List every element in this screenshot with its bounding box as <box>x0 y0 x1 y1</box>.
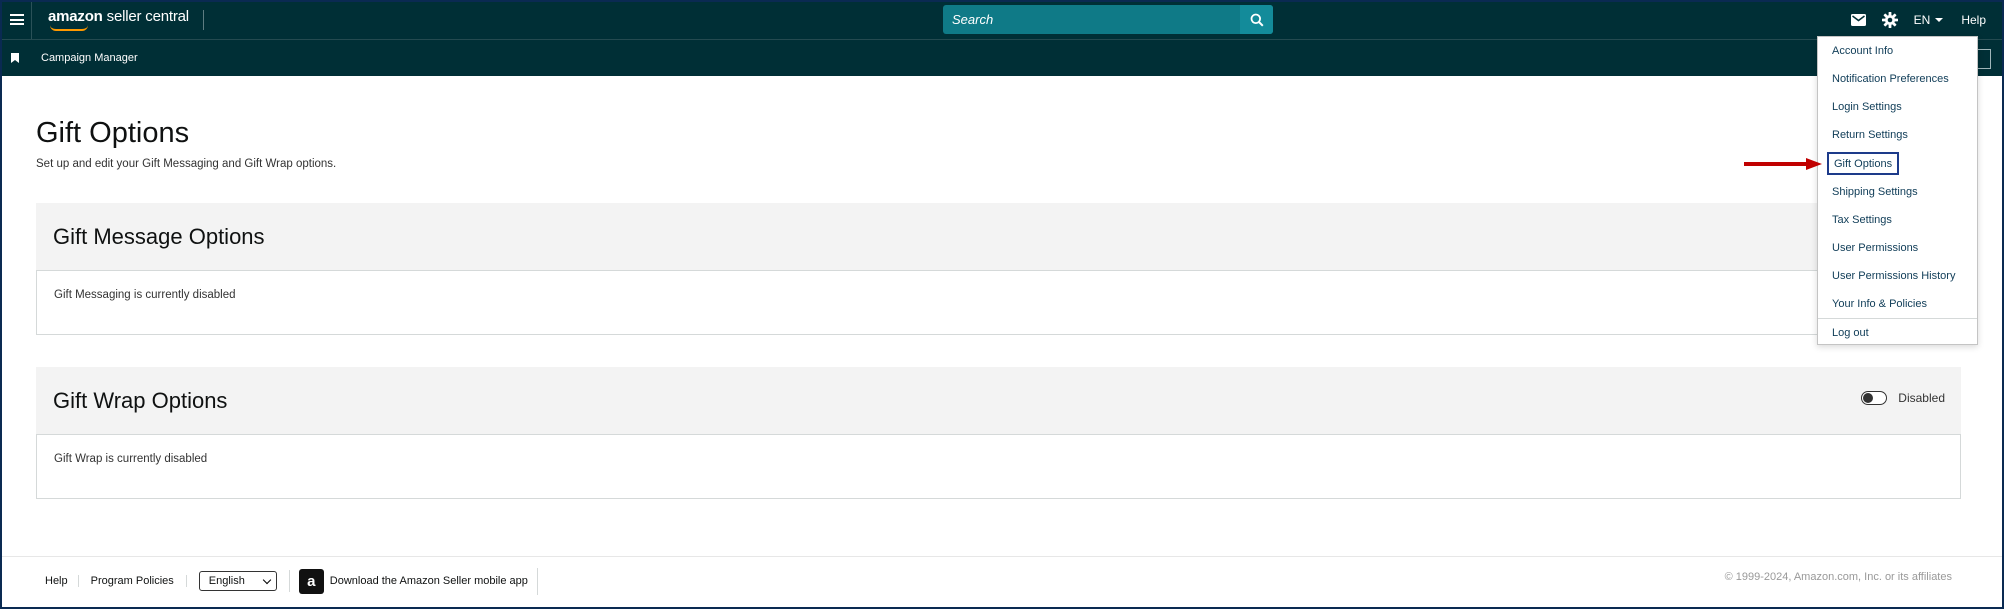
bookmark-bar: Campaign Manager <box>0 39 2004 76</box>
logo-product: seller central <box>106 8 189 25</box>
page-subtitle: Set up and edit your Gift Messaging and … <box>36 158 337 170</box>
gift-message-header: Gift Message Options <box>36 203 1961 270</box>
language-selector[interactable]: EN <box>1914 13 1944 27</box>
menu-item-notification-preferences[interactable]: Notification Preferences <box>1832 73 1949 85</box>
search-button[interactable] <box>1240 5 1273 34</box>
gift-wrap-toggle[interactable] <box>1861 391 1888 405</box>
hamburger-menu-icon[interactable] <box>2 0 32 39</box>
menu-item-tax-settings[interactable]: Tax Settings <box>1832 214 1892 226</box>
menu-item-login-settings[interactable]: Login Settings <box>1832 101 1902 113</box>
footer-help-link[interactable]: Help <box>35 575 79 587</box>
menu-item-shipping-settings[interactable]: Shipping Settings <box>1832 186 1918 198</box>
menu-item-user-permissions[interactable]: User Permissions <box>1832 242 1918 254</box>
logo-smile-icon <box>50 25 88 31</box>
gift-message-body: Gift Messaging is currently disabled <box>36 270 1961 335</box>
bookmark-icon[interactable] <box>11 53 19 63</box>
footer-language-select[interactable]: English <box>198 571 277 591</box>
red-arrow-icon <box>1744 158 1822 170</box>
menu-item-your-info-policies[interactable]: Your Info & Policies <box>1832 298 1927 310</box>
gift-message-status: Gift Messaging is currently disabled <box>54 289 236 301</box>
gift-wrap-toggle-label: Disabled <box>1898 391 1945 405</box>
gift-wrap-title: Gift Wrap Options <box>53 387 228 413</box>
footer-program-policies-link[interactable]: Program Policies <box>79 575 187 587</box>
gear-icon[interactable] <box>1881 11 1898 28</box>
page-footer: Help Program Policies English a Download… <box>0 556 2004 605</box>
menu-item-user-permissions-history[interactable]: User Permissions History <box>1832 270 1955 282</box>
menu-item-return-settings[interactable]: Return Settings <box>1832 129 1908 141</box>
search-input[interactable] <box>943 5 1240 34</box>
search-icon <box>1250 13 1264 27</box>
subbar-edge-box <box>1977 49 1991 69</box>
top-navbar: amazon seller central Search EN Help <box>0 0 2004 39</box>
caret-down-icon <box>1935 17 1944 22</box>
top-right-controls: EN Help <box>1850 0 1986 39</box>
page-title: Gift Options <box>36 117 190 149</box>
download-app-link[interactable]: a Download the Amazon Seller mobile app <box>298 567 538 595</box>
menu-item-account-info[interactable]: Account Info <box>1832 45 1893 57</box>
menu-divider <box>1818 318 1977 319</box>
mail-icon[interactable] <box>1850 13 1866 26</box>
gift-wrap-body: Gift Wrap is currently disabled <box>36 434 1961 499</box>
seller-central-logo[interactable]: amazon seller central <box>48 0 189 39</box>
gift-message-title: Gift Message Options <box>53 223 265 249</box>
search-bar <box>943 5 1273 34</box>
toggle-knob <box>1863 393 1874 403</box>
copyright-text: © 1999-2024, Amazon.com, Inc. or its aff… <box>1724 571 1952 583</box>
language-code: EN <box>1913 12 1931 27</box>
gift-wrap-header: Gift Wrap Options Disabled <box>36 367 1961 434</box>
menu-item-gift-options[interactable]: Gift Options <box>1827 152 1900 175</box>
gift-wrap-panel: Gift Wrap Options Disabled Gift Wrap is … <box>36 367 1961 499</box>
logo-divider <box>202 9 204 30</box>
gift-wrap-toggle-group: Disabled <box>1861 391 1945 405</box>
help-link[interactable]: Help <box>1961 13 1986 27</box>
download-app-text: Download the Amazon Seller mobile app <box>329 575 528 587</box>
settings-dropdown-menu: Account Info Notification Preferences Lo… <box>1817 36 1978 345</box>
menu-item-log-out[interactable]: Log out <box>1832 327 1869 339</box>
footer-language-value: English <box>208 575 245 587</box>
logo-brand: amazon <box>48 8 103 25</box>
gift-message-panel: Gift Message Options Gift Messaging is c… <box>36 203 1961 335</box>
chevron-down-icon <box>262 575 272 584</box>
campaign-manager-link[interactable]: Campaign Manager <box>41 52 138 64</box>
gift-wrap-status: Gift Wrap is currently disabled <box>54 453 208 465</box>
footer-divider <box>288 570 290 592</box>
amazon-app-icon: a <box>298 568 324 594</box>
